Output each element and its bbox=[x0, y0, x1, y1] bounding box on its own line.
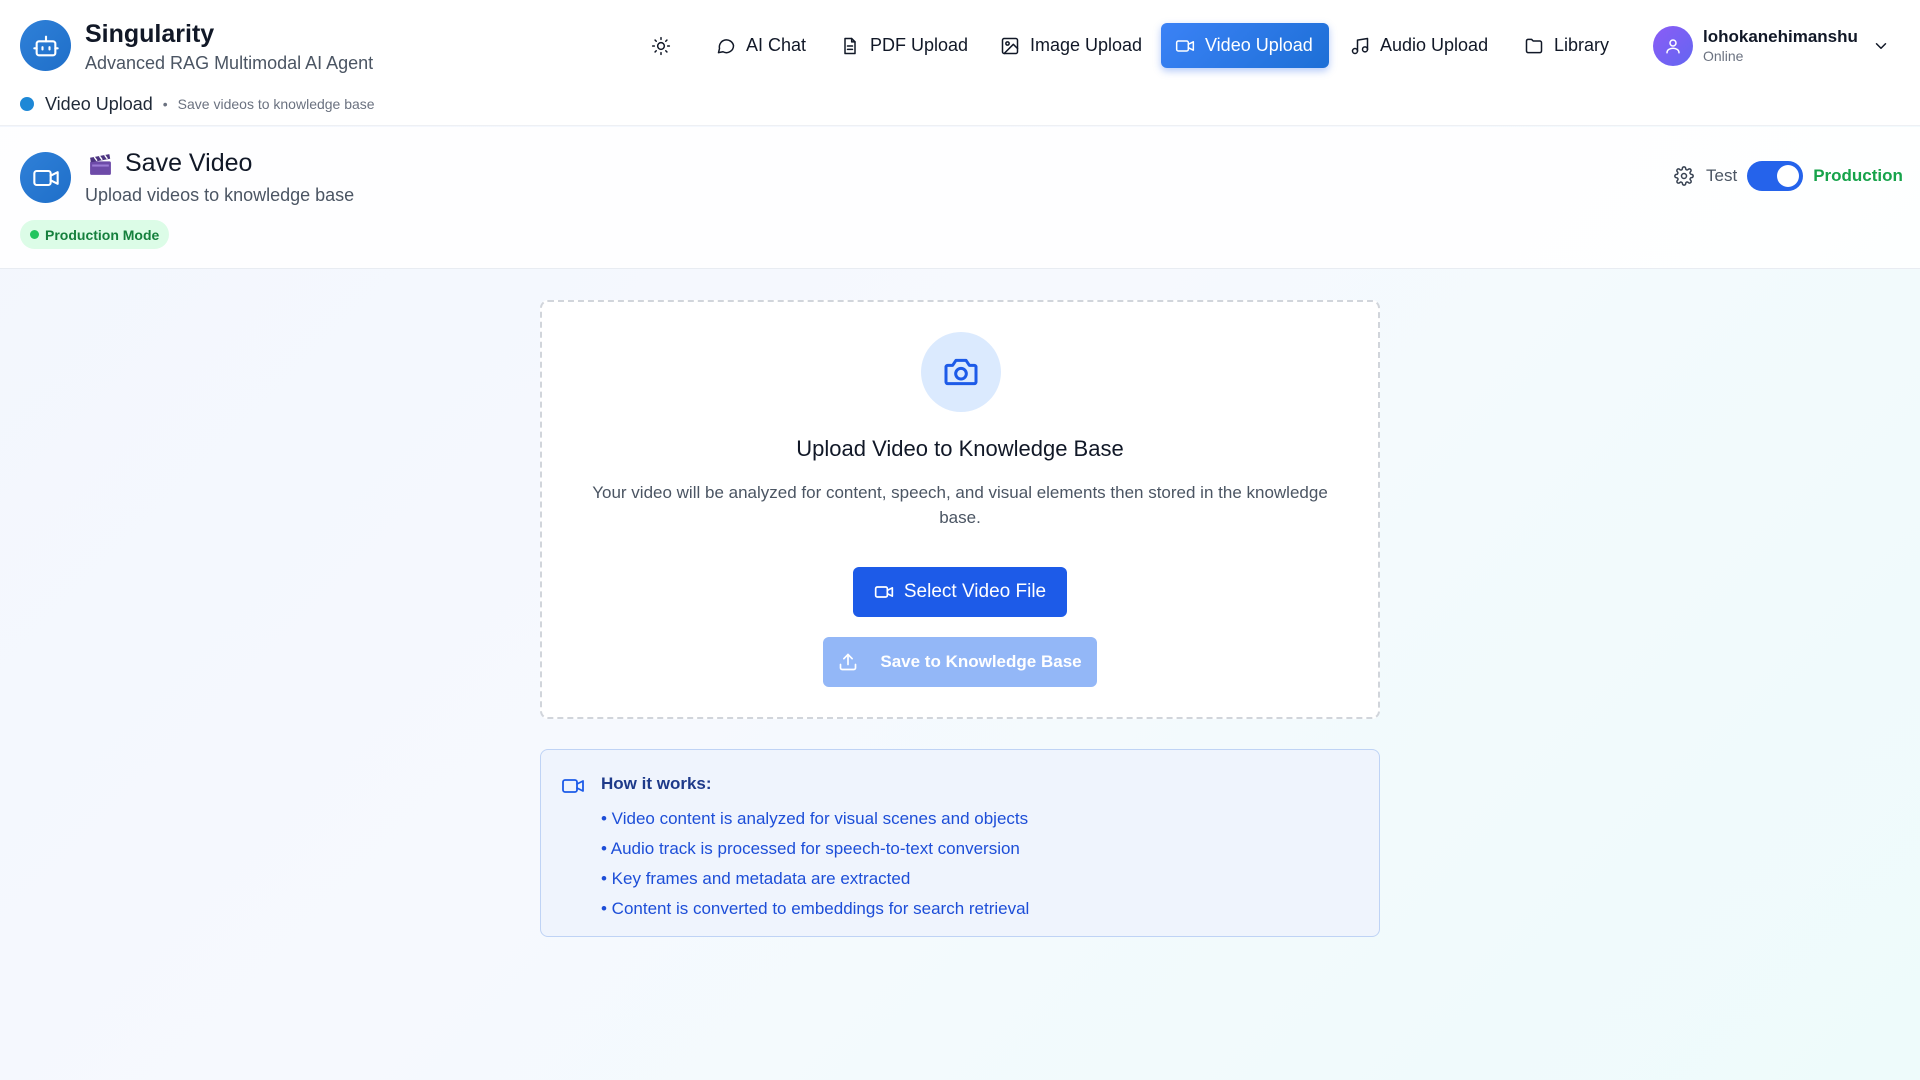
breadcrumb-separator: • bbox=[162, 96, 168, 112]
upload-dropzone[interactable]: Upload Video to Knowledge Base Your vide… bbox=[540, 300, 1380, 719]
nav-image-upload-label: Image Upload bbox=[1030, 35, 1143, 55]
env-production-label: Production bbox=[1813, 166, 1903, 185]
user-info: lohokanehimanshu Online bbox=[1703, 26, 1858, 65]
nav-video-upload[interactable]: Video Upload bbox=[1161, 23, 1329, 68]
nav-library[interactable]: Library bbox=[1510, 23, 1623, 68]
user-status: Online bbox=[1703, 48, 1744, 64]
breadcrumb-current: Video Upload bbox=[45, 93, 153, 114]
music-note-icon bbox=[1351, 37, 1369, 54]
gear-icon bbox=[1674, 166, 1694, 186]
toggle-knob bbox=[1777, 165, 1800, 187]
how-it-works-panel: How it works: • Video content is analyze… bbox=[540, 749, 1380, 937]
video-camera-icon bbox=[562, 779, 584, 793]
how-it-works-title: How it works: bbox=[601, 774, 712, 793]
nav-ai-chat[interactable]: AI Chat bbox=[702, 23, 820, 68]
video-camera-icon bbox=[20, 152, 71, 203]
status-badge-label: Production Mode bbox=[45, 226, 160, 243]
upload-title: Upload Video to Knowledge Base bbox=[796, 436, 1124, 461]
chevron-down-icon[interactable] bbox=[1872, 37, 1890, 55]
camera-icon bbox=[921, 332, 1001, 412]
user-menu[interactable]: lohokanehimanshu Online bbox=[1653, 23, 1890, 68]
video-camera-icon bbox=[1175, 39, 1195, 52]
list-item: • Content is converted to embeddings for… bbox=[601, 899, 1030, 918]
document-icon bbox=[844, 37, 856, 54]
upload-icon bbox=[840, 653, 857, 671]
brand-name: Singularity bbox=[85, 20, 215, 48]
nav-pdf-upload[interactable]: PDF Upload bbox=[826, 23, 982, 68]
chat-bubble-icon bbox=[717, 38, 735, 53]
user-name: lohokanehimanshu bbox=[1703, 27, 1858, 46]
avatar[interactable] bbox=[1653, 25, 1693, 66]
brand-subtitle: Advanced RAG Multimodal AI Agent bbox=[85, 53, 374, 73]
robot-icon[interactable] bbox=[20, 20, 71, 71]
nav-pdf-upload-label: PDF Upload bbox=[870, 35, 969, 55]
environment-toggle[interactable] bbox=[1747, 161, 1804, 191]
save-to-knowledge-base-button[interactable]: Save to Knowledge Base bbox=[823, 637, 1097, 687]
select-video-label: Select Video File bbox=[903, 581, 1047, 602]
nav-video-upload-label: Video Upload bbox=[1205, 35, 1313, 55]
environment-switch: Test Production bbox=[1674, 161, 1903, 191]
top-header: Singularity Advanced RAG Multimodal AI A… bbox=[0, 0, 1920, 126]
user-icon bbox=[1666, 38, 1680, 53]
status-dot bbox=[30, 230, 39, 239]
page-title: Save Video bbox=[125, 149, 253, 177]
nav-image-upload[interactable]: Image Upload bbox=[986, 23, 1156, 68]
clapperboard-icon bbox=[90, 154, 111, 175]
sun-icon bbox=[651, 36, 671, 56]
breadcrumb-description: Save videos to knowledge base bbox=[177, 96, 375, 112]
nav-audio-upload[interactable]: Audio Upload bbox=[1336, 23, 1502, 68]
list-item: • Audio track is processed for speech-to… bbox=[601, 839, 1020, 858]
nav-library-label: Library bbox=[1554, 35, 1610, 55]
nav-audio-upload-label: Audio Upload bbox=[1380, 35, 1489, 55]
folder-icon bbox=[1525, 38, 1543, 53]
env-test-label: Test bbox=[1706, 166, 1738, 185]
list-item: • Key frames and metadata are extracted bbox=[601, 869, 911, 888]
list-item: • Video content is analyzed for visual s… bbox=[601, 809, 1029, 828]
save-to-knowledge-base-label: Save to Knowledge Base bbox=[880, 652, 1082, 671]
status-badge: Production Mode bbox=[20, 220, 170, 249]
theme-toggle-button[interactable] bbox=[648, 33, 674, 59]
image-icon bbox=[1001, 37, 1019, 54]
upload-description: Your video will be analyzed for content,… bbox=[592, 483, 1328, 527]
breadcrumb-dot bbox=[20, 97, 34, 111]
select-video-button[interactable]: Select Video File bbox=[853, 567, 1067, 617]
breadcrumb: Video Upload • Save videos to knowledge … bbox=[20, 93, 375, 115]
video-camera-icon bbox=[874, 586, 894, 598]
page-header: Save Video Upload videos to knowledge ba… bbox=[0, 127, 1920, 269]
page-subtitle: Upload videos to knowledge base bbox=[85, 185, 355, 205]
nav-ai-chat-label: AI Chat bbox=[746, 35, 807, 55]
how-it-works-list: • Video content is analyzed for visual s… bbox=[601, 804, 1029, 924]
